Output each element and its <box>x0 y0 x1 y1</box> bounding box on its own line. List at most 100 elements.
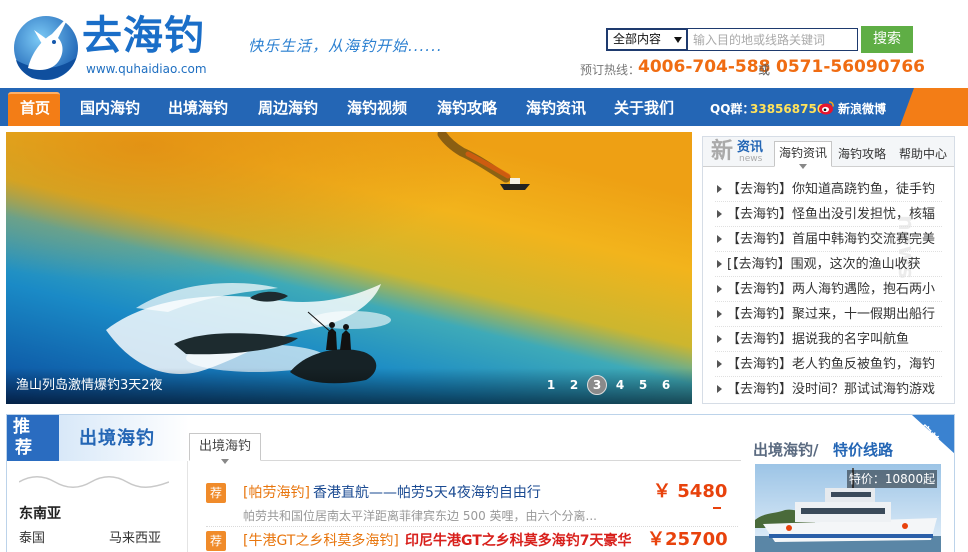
list-item[interactable]: 【去海钓】你知道高跷钓鱼，徒手钓 <box>703 177 954 202</box>
tab-fishing-guide[interactable]: 海钓攻略 <box>838 146 886 162</box>
wave-line <box>19 476 169 488</box>
recommend-badge-char-1: 推 <box>13 417 30 437</box>
life-ring <box>786 525 792 531</box>
news-item-title: 两人海钓遇险，抱石两小 <box>792 282 936 297</box>
nav-item-overseas[interactable]: 出境海钓 <box>168 98 228 118</box>
qq-group-number[interactable]: 338568756 <box>750 101 825 117</box>
life-ring <box>902 523 908 529</box>
tab-overseas[interactable]: 出境海钓 <box>189 433 261 461</box>
pager-button[interactable]: 6 <box>656 375 676 395</box>
nav-item-nearby[interactable]: 周边海钓 <box>258 98 318 118</box>
triangle-right-icon <box>717 385 722 393</box>
news-item-title: 你知道高跷钓鱼，徒手钓 <box>792 182 936 197</box>
recommend-tag-badge: 荐 <box>206 531 226 551</box>
pager-button[interactable]: 4 <box>610 375 630 395</box>
triangle-right-icon <box>717 235 722 243</box>
hotline-separator: 或 <box>758 63 771 77</box>
news-item-text: [【去海钓】围观，这次的渔山收获 <box>727 256 949 273</box>
list-item[interactable]: 【去海钓】聚过来，十一假期出船行 <box>703 302 954 327</box>
fishermen-silhouette <box>343 324 349 330</box>
hotline-label: 预订热线： <box>580 63 641 77</box>
route-description: 帕劳共和国位居南太平洋距离菲律宾东边 500 英哩，由六个分离... <box>243 509 597 523</box>
special-offer-photo[interactable]: 特价：10800起 <box>755 464 941 552</box>
chevron-down-icon <box>674 37 682 43</box>
nav-item-home[interactable]: 首页 <box>20 98 50 118</box>
pager-button[interactable]: 2 <box>564 375 584 395</box>
search-input[interactable] <box>688 28 858 51</box>
news-item-prefix: 【去海钓】 <box>727 307 793 322</box>
list-item[interactable]: 【去海钓】据说我的名字叫航鱼 <box>703 327 954 352</box>
fishermen-silhouette <box>329 322 335 328</box>
news-item-title: 聚过来，十一假期出船行 <box>792 307 936 322</box>
logo-url[interactable]: www.quhaidiao.com <box>86 62 207 76</box>
nav-item-domestic[interactable]: 国内海钓 <box>80 98 140 118</box>
list-item[interactable]: 【去海钓】没时间？那试试海钓游戏 <box>703 377 954 402</box>
list-item[interactable]: 【去海钓】两人海钓遇险，抱石两小 <box>703 277 954 302</box>
wave-decoration <box>19 476 169 488</box>
nav-item-video[interactable]: 海钓视频 <box>347 98 407 118</box>
region-title: 东南亚 <box>19 506 61 522</box>
news-item-prefix: 【去海钓】 <box>727 282 793 297</box>
news-badge-title: 资讯 <box>737 140 764 155</box>
country-link-thailand[interactable]: 泰国 <box>19 531 45 547</box>
route-title[interactable]: 香港直航——帕劳5天4夜海钓自由行 <box>313 484 541 502</box>
ship-stripe <box>769 534 933 538</box>
news-item-prefix: [【去海钓】 <box>727 257 791 272</box>
special-heading[interactable]: 出境海钓/ <box>753 441 818 459</box>
search-scope-select[interactable]: 全部内容 <box>606 28 688 51</box>
country-link-malaysia[interactable]: 马来西亚 <box>109 531 161 547</box>
route-price: ￥25700 <box>647 529 728 550</box>
divider <box>206 526 738 527</box>
nav-item-about[interactable]: 关于我们 <box>614 98 674 118</box>
triangle-right-icon <box>717 185 722 193</box>
special-subheading[interactable]: 特价线路 <box>833 441 893 459</box>
special-price-overlay: 特价：10800起 <box>847 470 937 488</box>
news-item-title: 据说我的名字叫航鱼 <box>792 332 910 347</box>
list-item[interactable]: 【去海钓】怪鱼出没引发担忧，核辐 <box>703 202 954 227</box>
triangle-right-icon <box>717 310 722 318</box>
recommend-heading: 出境海钓 <box>79 428 155 449</box>
news-item-prefix: 【去海钓】 <box>727 382 793 397</box>
triangle-right-icon <box>717 210 722 218</box>
price-mark <box>713 507 721 509</box>
pager-button-active[interactable]: 3 <box>587 375 607 395</box>
tab-help-center[interactable]: 帮助中心 <box>899 146 947 162</box>
news-item-text: 【去海钓】老人钓鱼反被鱼钓，海钓 <box>727 356 949 373</box>
pager-button[interactable]: 5 <box>633 375 653 395</box>
route-title[interactable]: 印尼牛港GT之乡科莫多海钓7天豪华 <box>405 532 637 550</box>
hero-photo <box>6 132 692 404</box>
triangle-right-icon <box>717 335 722 343</box>
list-item[interactable]: 【去海钓】首届中韩海钓交流赛完美 <box>703 227 954 252</box>
qq-group-label: QQ群： <box>710 102 755 116</box>
column-divider <box>187 461 188 552</box>
news-item-title: 首届中韩海钓交流赛完美 <box>792 232 936 247</box>
news-item-prefix: 【去海钓】 <box>727 232 793 247</box>
news-item-text: 【去海钓】首届中韩海钓交流赛完美 <box>727 231 949 248</box>
marlin-fish-logo-icon[interactable] <box>12 8 84 84</box>
logo-fish-eye <box>52 40 56 44</box>
nav-item-guide[interactable]: 海钓攻略 <box>437 98 497 118</box>
fishing-boat <box>500 184 530 190</box>
news-item-text: 【去海钓】聚过来，十一假期出船行 <box>727 306 949 323</box>
recommend-badge-char-2: 荐 <box>15 438 32 458</box>
nav-item-news[interactable]: 海钓资讯 <box>526 98 586 118</box>
hero-banner[interactable]: 渔山列岛激情爆钓3天2夜 1 2 3 4 5 6 <box>6 132 692 404</box>
news-item-prefix: 【去海钓】 <box>727 182 793 197</box>
triangle-right-icon <box>717 285 722 293</box>
search-button[interactable]: 搜索 <box>861 26 913 53</box>
weibo-icon-pupil <box>823 108 827 112</box>
news-item-prefix: 【去海钓】 <box>727 357 793 372</box>
hotline-number-1: 4006-704-588 <box>638 57 771 77</box>
recommend-section: 推 荐 出境海钓 出境海钓 东南亚 泰国 马来西亚 荐 [帕劳海钓] 香港直航—… <box>6 414 955 552</box>
list-item[interactable]: 【去海钓】老人钓鱼反被鱼钓，海钓 <box>703 352 954 377</box>
slogan: 快乐生活，从海钓开始...... <box>248 37 443 55</box>
route-source-tag[interactable]: [帕劳海钓] <box>243 484 310 502</box>
weibo-link[interactable]: 新浪微博 <box>838 101 886 117</box>
list-item[interactable]: [【去海钓】围观，这次的渔山收获 <box>703 252 954 277</box>
route-source-tag[interactable]: [牛港GT之乡科莫多海钓] <box>243 532 399 550</box>
hero-caption[interactable]: 渔山列岛激情爆钓3天2夜 <box>16 378 163 394</box>
pager-button[interactable]: 1 <box>541 375 561 395</box>
weibo-icon[interactable] <box>818 100 834 116</box>
news-item-text: 【去海钓】两人海钓遇险，抱石两小 <box>727 281 949 298</box>
logo-text[interactable]: 去海钓 <box>82 12 205 60</box>
